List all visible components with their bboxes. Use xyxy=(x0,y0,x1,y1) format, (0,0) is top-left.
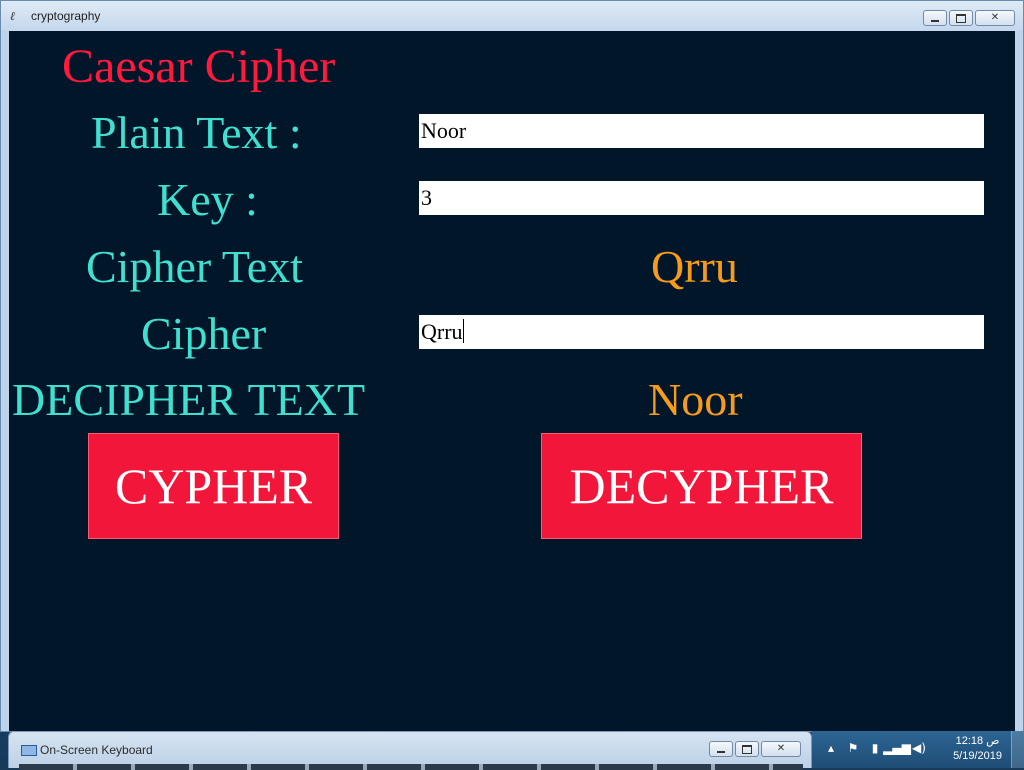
power-icon[interactable]: ▮ xyxy=(868,741,882,755)
keyboard-icon xyxy=(21,745,37,756)
cypher-button[interactable]: CYPHER xyxy=(88,433,339,539)
show-desktop-button[interactable] xyxy=(1011,731,1024,768)
page-title: Caesar Cipher xyxy=(62,40,336,93)
cipher-input-value: Qrru xyxy=(421,319,463,344)
close-icon: ✕ xyxy=(990,12,1000,23)
osk-minimize-button[interactable] xyxy=(709,741,733,757)
clock[interactable]: 12:18 ص 5/19/2019 xyxy=(953,734,1002,764)
close-icon: ✕ xyxy=(776,743,786,754)
tray-icons: ▴ ⚑ ▮ ▂▄▆ ◀) xyxy=(824,741,926,755)
network-icon[interactable]: ▂▄▆ xyxy=(883,741,911,755)
osk-key-row[interactable] xyxy=(19,764,803,770)
osk-maximize-button[interactable] xyxy=(735,741,759,757)
app-window: ℓ cryptography ✕ Caesar Cipher Plain Tex… xyxy=(0,0,1024,732)
window-titlebar[interactable]: ℓ cryptography ✕ xyxy=(1,1,1023,31)
volume-icon[interactable]: ◀) xyxy=(912,741,926,755)
close-button[interactable]: ✕ xyxy=(975,10,1015,26)
osk-title: On-Screen Keyboard xyxy=(40,743,153,757)
cipher-text-result: Qrru xyxy=(651,241,738,292)
text-caret xyxy=(462,319,464,343)
feather-icon: ℓ xyxy=(10,9,15,23)
on-screen-keyboard-window[interactable]: On-Screen Keyboard ✕ xyxy=(8,731,812,770)
key-label: Key : xyxy=(157,174,258,225)
window-controls: ✕ xyxy=(923,10,1015,26)
cipher-text-label: Cipher Text xyxy=(86,241,303,292)
cipher-label: Cipher xyxy=(141,308,267,359)
window-title: cryptography xyxy=(31,9,101,23)
decypher-button[interactable]: DECYPHER xyxy=(541,433,862,539)
clock-time: 12:18 ص xyxy=(955,735,1000,747)
minimize-button[interactable] xyxy=(923,10,947,26)
clock-date: 5/19/2019 xyxy=(953,750,1002,762)
system-tray: ▴ ⚑ ▮ ▂▄▆ ◀) 12:18 ص 5/19/2019 xyxy=(812,731,1024,768)
minimize-icon xyxy=(931,20,939,22)
flag-icon[interactable]: ⚑ xyxy=(846,741,860,755)
plain-text-input[interactable]: Noor xyxy=(419,114,984,148)
app-content: Caesar Cipher Plain Text : Noor Key : 3 … xyxy=(9,31,1015,731)
maximize-button[interactable] xyxy=(949,10,973,26)
osk-close-button[interactable]: ✕ xyxy=(761,741,801,757)
chevron-up-icon[interactable]: ▴ xyxy=(824,741,838,755)
decipher-text-label: DECIPHER TEXT xyxy=(12,374,366,425)
osk-window-controls: ✕ xyxy=(709,741,801,757)
cipher-input[interactable]: Qrru xyxy=(419,315,984,349)
minimize-icon xyxy=(717,751,725,753)
decipher-text-result: Noor xyxy=(648,374,743,425)
plain-text-label: Plain Text : xyxy=(91,107,302,158)
key-input[interactable]: 3 xyxy=(419,181,984,215)
maximize-icon xyxy=(742,744,752,754)
maximize-icon xyxy=(956,13,966,23)
